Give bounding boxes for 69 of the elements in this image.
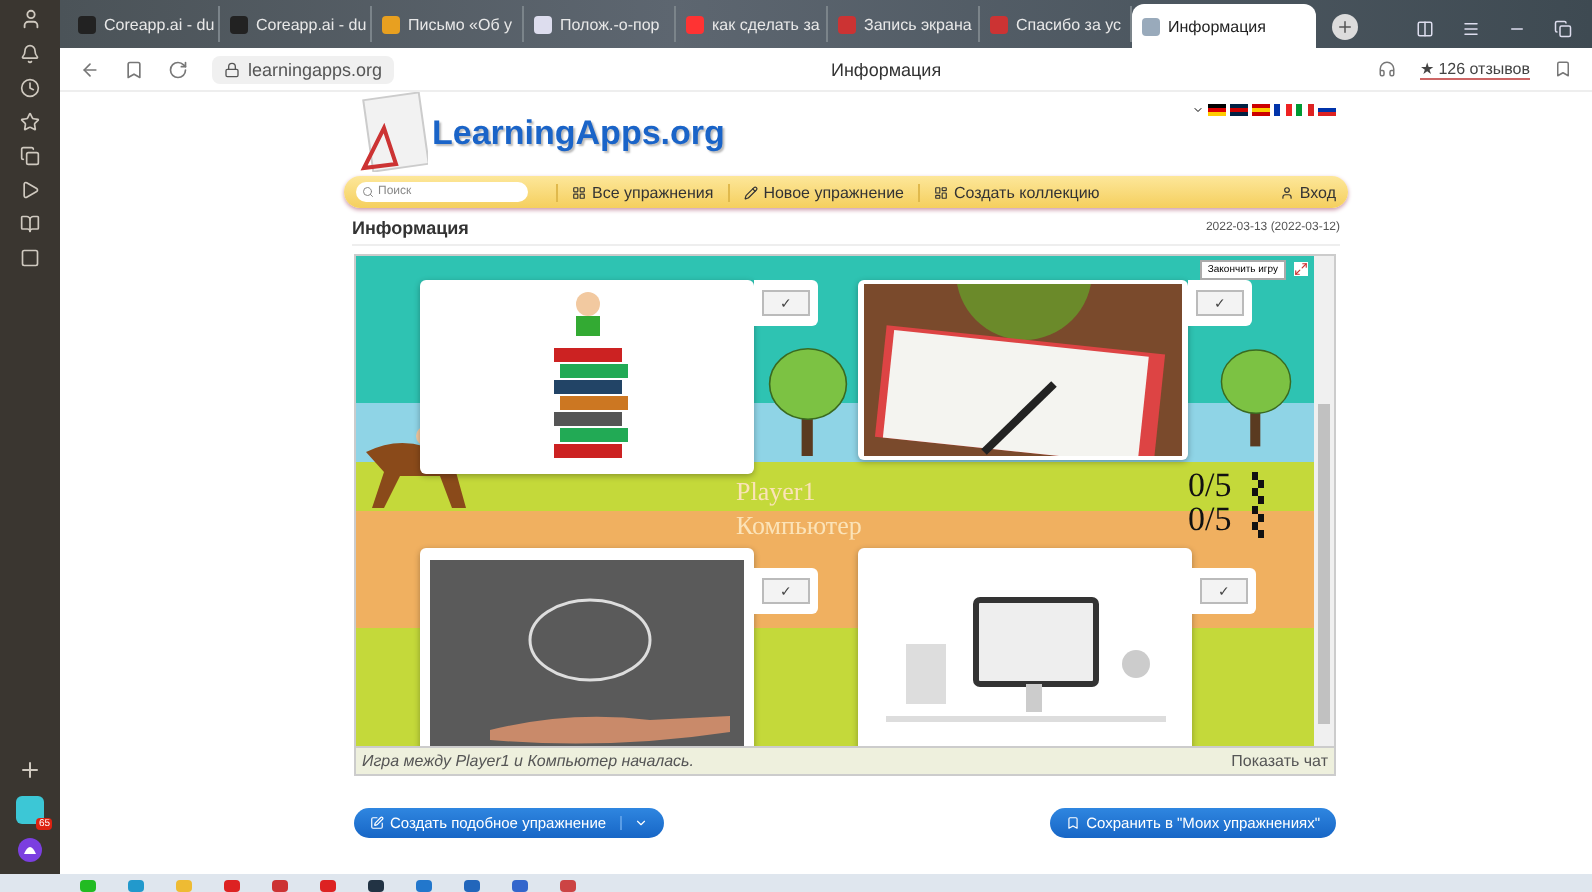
tab-favicon [78, 15, 96, 33]
tab-favicon [382, 15, 400, 33]
tree-drawing [1220, 344, 1292, 448]
search-icon [362, 186, 374, 198]
browser-tab[interactable]: Запись экрана [828, 6, 980, 42]
tree-drawing [766, 344, 850, 456]
star-icon[interactable] [20, 112, 40, 132]
browser-tab[interactable]: Coreapp.ai - du [220, 6, 372, 42]
taskbar-app-icon[interactable] [272, 880, 288, 892]
scrollbar[interactable] [1314, 256, 1334, 746]
square-icon[interactable] [20, 248, 40, 268]
site-logo[interactable]: LearningApps.org [432, 114, 725, 154]
menu-icon[interactable] [1462, 20, 1480, 38]
pencil-icon [743, 185, 758, 199]
tab-favicon [686, 15, 704, 33]
answer-card[interactable] [420, 280, 754, 474]
headphones-icon[interactable] [1377, 60, 1396, 78]
taskbar-app-icon[interactable] [512, 880, 528, 892]
browser-tab[interactable]: Письмо «Об у [372, 6, 524, 42]
answer-card[interactable] [858, 548, 1192, 746]
profile-icon[interactable] [19, 8, 41, 30]
bookmark-icon [1066, 816, 1081, 830]
taskbar-app-icon[interactable] [368, 880, 384, 892]
play-icon[interactable] [20, 180, 40, 200]
nav-link[interactable]: Создать коллекцию [917, 183, 1114, 201]
add-icon[interactable] [18, 758, 42, 782]
restore-icon[interactable] [1554, 20, 1572, 38]
show-chat-link[interactable]: Показать чат [1231, 752, 1328, 770]
fullscreen-icon[interactable] [1294, 262, 1308, 276]
address-field[interactable]: learningapps.org [212, 55, 395, 83]
taskbar-app-icon[interactable] [464, 880, 480, 892]
tabs-icon[interactable] [1416, 20, 1434, 38]
browser-tab[interactable]: Coreapp.ai - du [68, 6, 220, 42]
book-icon[interactable] [20, 214, 40, 234]
page-heading: Информация [352, 218, 469, 238]
back-icon[interactable] [80, 59, 100, 79]
tab-favicon [838, 15, 856, 33]
reload-icon[interactable] [168, 59, 188, 79]
edit-icon [370, 816, 384, 830]
player-name: Компьютер [736, 510, 862, 542]
tab-favicon [990, 15, 1008, 33]
login-link[interactable]: Вход [1279, 183, 1336, 201]
reviews-link[interactable]: ★ 126 отзывов [1419, 59, 1530, 79]
collection-icon [933, 185, 948, 199]
plus-icon [1336, 18, 1354, 36]
dropdown-icon[interactable] [1192, 104, 1204, 116]
bookmark-icon[interactable] [124, 59, 144, 79]
nav-link[interactable]: Новое упражнение [727, 183, 918, 201]
user-icon [1279, 185, 1294, 199]
browser-tab[interactable]: Полож.-о-пор [524, 6, 676, 42]
browser-tab[interactable]: как сделать за [676, 6, 828, 42]
copy-icon[interactable] [20, 146, 40, 166]
player-name: Player1 [736, 476, 816, 508]
tab-favicon [534, 15, 552, 33]
tab-favicon [230, 15, 248, 33]
lock-icon [224, 61, 240, 77]
new-tab-button[interactable] [1332, 14, 1358, 40]
nav-link[interactable]: Все упражнения [556, 183, 728, 201]
caret-icon [634, 816, 649, 830]
bookmark-icon[interactable] [1554, 60, 1572, 78]
score-text: 0/5 [1188, 466, 1232, 506]
grid-icon [572, 185, 586, 199]
score-text: 0/5 [1188, 500, 1232, 540]
tab-favicon [1142, 17, 1160, 35]
status-message: Игра между Player1 и Компьютер началась. [362, 752, 694, 770]
page-title: Информация [828, 59, 944, 79]
clock-icon[interactable] [20, 78, 40, 98]
browser-tab[interactable]: Информация [1132, 4, 1316, 48]
bell-icon[interactable] [20, 44, 40, 64]
